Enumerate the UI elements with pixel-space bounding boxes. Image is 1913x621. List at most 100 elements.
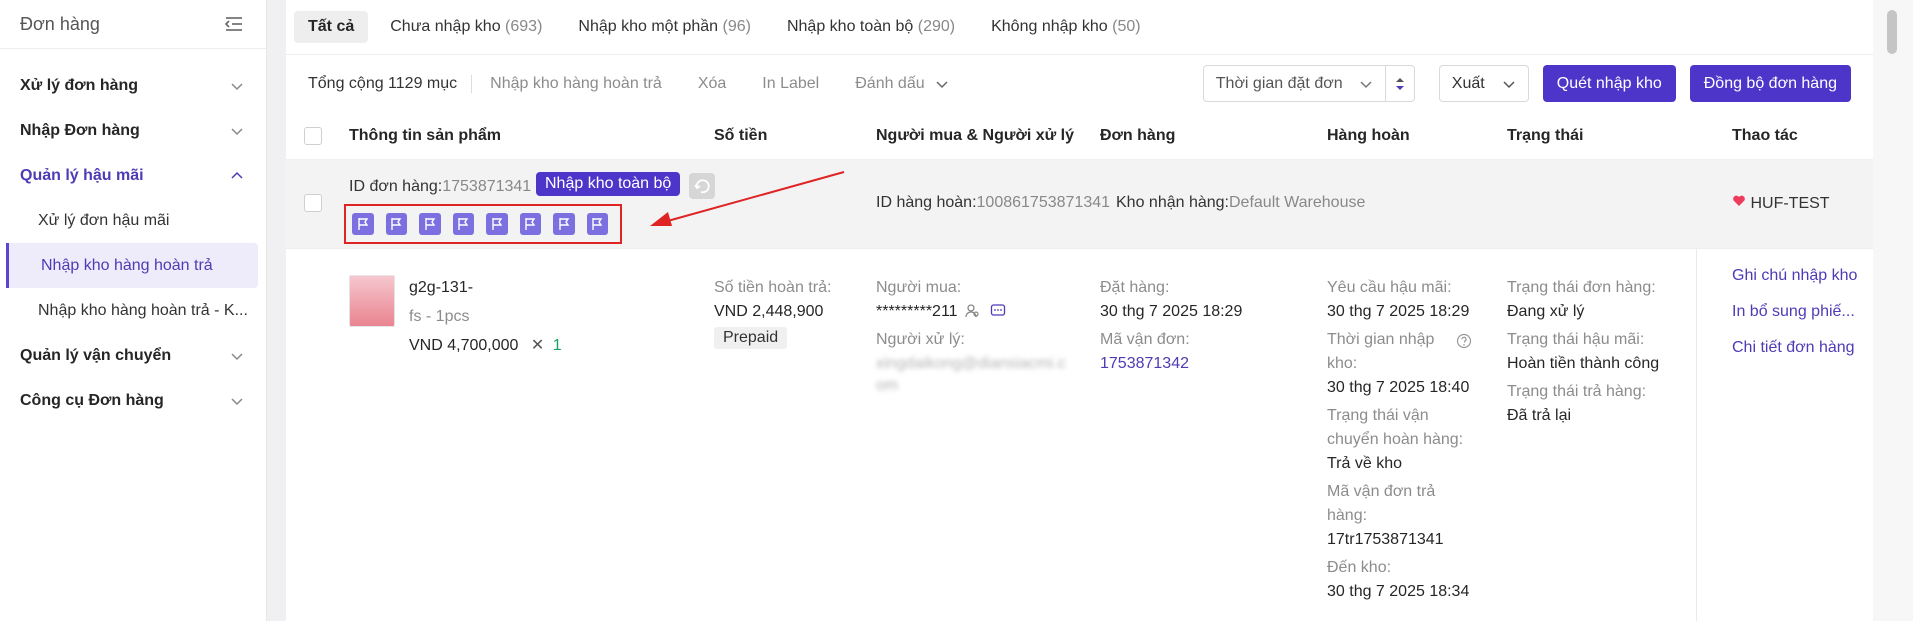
warehouse-label: Kho nhận hàng: [1116, 194, 1229, 211]
col-order: Đơn hàng [1100, 126, 1176, 144]
refund-label: Số tiền hoàn trả: [714, 279, 832, 296]
tab-label: Nhập kho toàn bộ [786, 18, 914, 35]
product-name[interactable]: g2g-131- [409, 279, 473, 297]
flag-icon[interactable] [385, 213, 407, 235]
return-ship-status-value: Trả về kho [1327, 455, 1402, 472]
return-status-label: Trạng thái trả hàng: [1507, 383, 1647, 400]
delete-action[interactable]: Xóa [698, 75, 726, 93]
table-header: Thông tin sản phẩm Số tiền Người mua & N… [286, 112, 1873, 160]
handler-label: Người xử lý: [876, 331, 965, 348]
help-icon[interactable] [1456, 333, 1472, 349]
return-tracking-label: Mã vận đơn trả [1327, 483, 1436, 500]
return-id-label: ID hàng hoàn: [876, 194, 977, 211]
product-price-value: VND 4,700,000 [409, 337, 519, 354]
receiving-warehouse: Kho nhận hàng:Default Warehouse [1116, 194, 1365, 212]
col-product-info: Thông tin sản phẩm [349, 126, 501, 144]
return-ship-status-label: Trạng thái vận [1327, 407, 1429, 424]
warehouse-note-link[interactable]: Ghi chú nhập kho [1732, 267, 1857, 285]
tab-all[interactable]: Tất cả [294, 11, 369, 43]
chevron-down-icon [231, 127, 243, 135]
sidebar: Đơn hàng Xử lý đơn hàng Nhập Đơn hàng Qu… [0, 0, 267, 621]
mark-action[interactable]: Đánh dấu [855, 75, 948, 93]
sidebar-item-order-processing[interactable]: Xử lý đơn hàng [0, 63, 266, 108]
sidebar-item-shipping[interactable]: Quản lý vận chuyển [0, 333, 266, 378]
sidebar-item-order-tools[interactable]: Công cụ Đơn hàng [0, 378, 266, 423]
sidebar-item-after-sales[interactable]: Quản lý hậu mãi [0, 153, 266, 198]
sidebar-group-label: Quản lý vận chuyển [20, 346, 172, 364]
order-placed-value: 30 thg 7 2025 18:29 [1100, 303, 1243, 320]
sidebar-group-label: Công cụ Đơn hàng [20, 391, 164, 409]
warehouse-value: Default Warehouse [1229, 194, 1366, 211]
order-group-header: ID đơn hàng:1753871341 Nhập kho toàn bộ … [286, 160, 1873, 248]
flag-icon[interactable] [553, 213, 575, 235]
table-row: g2g-131- fs - 1pcs VND 4,700,000 ✕ 1 Số … [286, 248, 1873, 621]
col-returns: Hàng hoàn [1327, 126, 1410, 144]
sidebar-item-import-orders[interactable]: Nhập Đơn hàng [0, 108, 266, 153]
sidebar-group-label: Quản lý hậu mãi [20, 166, 144, 184]
vertical-scrollbar[interactable] [1873, 0, 1913, 621]
return-warehousing-action[interactable]: Nhập kho hàng hoàn trả [490, 75, 662, 93]
scrollbar-thumb[interactable] [1887, 10, 1897, 54]
scan-warehouse-button[interactable]: Quét nhập kho [1542, 65, 1676, 102]
after-sale-status-label: Trạng thái hậu mãi: [1507, 331, 1645, 348]
flag-icon[interactable] [352, 213, 374, 235]
collapse-menu-icon[interactable] [224, 15, 244, 33]
return-id-value: 100861753871341 [976, 194, 1111, 211]
reprint-link[interactable]: In bổ sung phiế... [1732, 303, 1855, 321]
tab-fully-warehoused[interactable]: Nhập kho toàn bộ (290) [773, 11, 969, 43]
order-id-value: 1753871341 [442, 178, 532, 195]
sidebar-subitem-return-warehousing[interactable]: Nhập kho hàng hoàn trả [6, 243, 258, 288]
sort-toggle[interactable] [1385, 65, 1415, 102]
handler-email-cont: om [876, 377, 899, 394]
print-label-action[interactable]: In Label [762, 75, 819, 93]
order-detail-link[interactable]: Chi tiết đơn hàng [1732, 339, 1855, 357]
product-price: VND 4,700,000 ✕ 1 [409, 335, 562, 355]
return-tracking-value: 17tr1753871341 [1327, 531, 1444, 548]
chat-icon[interactable] [990, 303, 1006, 319]
return-tracking-label-cont: hàng: [1327, 507, 1368, 524]
order-status-value: Đang xử lý [1507, 303, 1585, 320]
row-checkbox[interactable] [304, 194, 322, 212]
tab-no-warehouse[interactable]: Không nhập kho (50) [977, 11, 1154, 43]
toolbar: Tổng cộng 1129 mục Nhập kho hàng hoàn tr… [286, 55, 1873, 112]
tab-partially-warehoused[interactable]: Nhập kho một phần (96) [564, 11, 765, 43]
tracking-link[interactable]: 1753871342 [1100, 355, 1189, 373]
shop-heart-icon [1733, 195, 1745, 206]
user-icon[interactable] [964, 303, 980, 319]
order-id-label: ID đơn hàng: [349, 178, 443, 195]
flag-icon[interactable] [486, 213, 508, 235]
tab-label: Nhập kho một phần [578, 18, 719, 35]
after-sale-request-value: 30 thg 7 2025 18:29 [1327, 303, 1470, 320]
flag-icon[interactable] [519, 213, 541, 235]
sync-orders-button[interactable]: Đồng bộ đơn hàng [1689, 65, 1851, 102]
order-time-select[interactable]: Thời gian đặt đơn [1202, 65, 1386, 102]
select-all-checkbox[interactable] [304, 127, 322, 145]
shop-name: HUF-TEST [1732, 194, 1830, 213]
tracking-label: Mã vận đơn: [1100, 331, 1190, 348]
tab-not-warehoused[interactable]: Chưa nhập kho (693) [376, 11, 556, 43]
chevron-down-icon [1503, 80, 1515, 88]
sidebar-subitem-after-sales-processing[interactable]: Xử lý đơn hậu mãi [0, 198, 266, 243]
flag-marker-group [344, 204, 622, 244]
flag-icon[interactable] [419, 213, 441, 235]
mark-label: Đánh dấu [855, 74, 925, 92]
sidebar-subitem-return-warehousing-k[interactable]: Nhập kho hàng hoàn trả - K... [0, 288, 266, 333]
export-dropdown[interactable]: Xuất [1438, 65, 1529, 102]
sort-icon [1395, 77, 1404, 90]
chevron-down-icon [231, 352, 243, 360]
order-placed-label: Đặt hàng: [1100, 279, 1170, 296]
product-variant: fs - 1pcs [409, 308, 470, 325]
flag-icon[interactable] [452, 213, 474, 235]
shop-label: HUF-TEST [1750, 195, 1830, 212]
flag-icon[interactable] [586, 213, 608, 235]
return-status-value: Đã trả lại [1507, 407, 1572, 424]
tab-label: Không nhập kho [991, 18, 1108, 35]
status-tabs: Tất cả Chưa nhập kho (693) Nhập kho một … [286, 0, 1873, 55]
order-id: ID đơn hàng:1753871341 [349, 178, 531, 196]
after-sale-request-label: Yêu cầu hậu mãi: [1327, 279, 1452, 296]
buyer-value: *********211 [876, 303, 1006, 321]
col-amount: Số tiền [714, 126, 768, 144]
product-thumbnail[interactable] [349, 275, 395, 327]
tab-count: (50) [1112, 18, 1141, 35]
return-id: ID hàng hoàn:100861753871341 [876, 194, 1110, 212]
